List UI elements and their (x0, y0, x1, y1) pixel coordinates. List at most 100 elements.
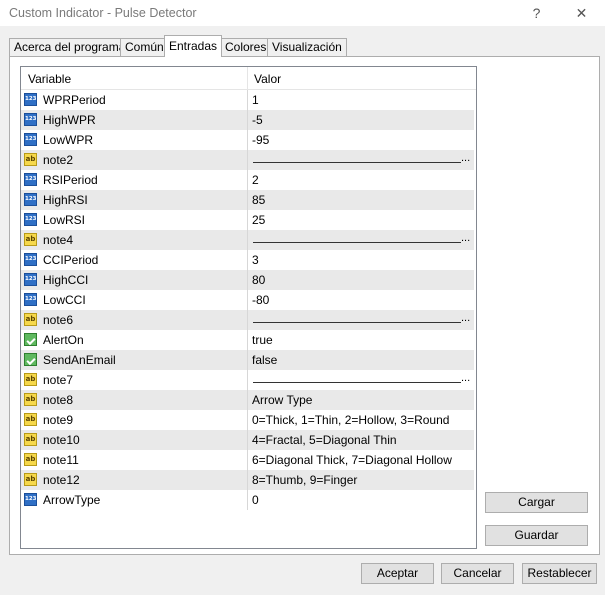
edit-ellipsis[interactable]: ... (461, 232, 470, 244)
grid-row-highwpr[interactable]: 123 HighWPR -5 (21, 110, 474, 130)
variable-name: note10 (43, 433, 80, 447)
load-button[interactable]: Cargar (485, 492, 588, 513)
tab-about[interactable]: Acerca del programa (9, 38, 131, 56)
variable-value[interactable]: 85 (252, 193, 265, 207)
boolean-type-icon (24, 353, 37, 366)
string-type-icon: ab (24, 373, 37, 386)
variable-name: note9 (43, 413, 74, 427)
grid-row-cciperiod[interactable]: 123 CCIPeriod 3 (21, 250, 474, 270)
variable-value[interactable]: 1 (252, 93, 259, 107)
variable-value[interactable]: 6=Diagonal Thick, 7=Diagonal Hollow (252, 453, 452, 467)
column-divider (247, 170, 248, 190)
tab-common[interactable]: Común (120, 38, 169, 56)
number-type-icon: 123 (24, 193, 37, 206)
grid-row-note8[interactable]: ab note8 Arrow Type (21, 390, 474, 410)
variable-name: note4 (43, 233, 74, 247)
variable-value[interactable]: 80 (252, 273, 265, 287)
edit-ellipsis[interactable]: ... (461, 372, 470, 384)
string-type-icon: ab (24, 153, 37, 166)
variable-name: note6 (43, 313, 74, 327)
column-divider (247, 330, 248, 350)
grid-row-note11[interactable]: ab note11 6=Diagonal Thick, 7=Diagonal Hol… (21, 450, 474, 470)
header-variable[interactable]: Variable (28, 72, 71, 86)
grid-row-note4[interactable]: ab note4... (21, 230, 474, 250)
header-value[interactable]: Valor (254, 72, 281, 86)
tab-inputs[interactable]: Entradas (164, 35, 223, 57)
grid-row-highcci[interactable]: 123 HighCCI 80 (21, 270, 474, 290)
edit-ellipsis[interactable]: ... (461, 152, 470, 164)
variable-value[interactable]: -80 (252, 293, 269, 307)
edit-ellipsis[interactable]: ... (461, 312, 470, 324)
grid-row-wprperiod[interactable]: 123 WPRPeriod 1 (21, 90, 474, 110)
column-divider (247, 450, 248, 470)
grid-row-highrsi[interactable]: 123 HighRSI 85 (21, 190, 474, 210)
close-button[interactable]: ✕ (559, 0, 604, 26)
variable-value[interactable]: -95 (252, 133, 269, 147)
string-type-icon: ab (24, 393, 37, 406)
variable-value[interactable]: 4=Fractal, 5=Diagonal Thin (252, 433, 397, 447)
string-type-icon: ab (24, 233, 37, 246)
grid-row-note6[interactable]: ab note6... (21, 310, 474, 330)
variable-name: LowRSI (43, 213, 86, 227)
cancel-button[interactable]: Cancelar (441, 563, 514, 584)
variable-name: AlertOn (43, 333, 84, 347)
variable-value[interactable]: -5 (252, 113, 263, 127)
variable-name: RSIPeriod (43, 173, 98, 187)
variable-name: note8 (43, 393, 74, 407)
variable-value[interactable]: Arrow Type (252, 393, 312, 407)
column-divider (247, 390, 248, 410)
column-divider (247, 130, 248, 150)
grid-row-lowcci[interactable]: 123 LowCCI -80 (21, 290, 474, 310)
grid-row-lowwpr[interactable]: 123 LowWPR -95 (21, 130, 474, 150)
tab-colors[interactable]: Colores (220, 38, 272, 56)
reset-button[interactable]: Restablecer (522, 563, 597, 584)
column-divider (247, 230, 248, 250)
grid-row-sendanemail[interactable]: SendAnEmail false (21, 350, 474, 370)
variable-value[interactable]: false (252, 353, 277, 367)
variable-name: LowCCI (43, 293, 86, 307)
variable-value[interactable]: 2 (252, 173, 259, 187)
column-divider (247, 310, 248, 330)
grid-row-rsiperiod[interactable]: 123 RSIPeriod 2 (21, 170, 474, 190)
title-bar: Custom Indicator - Pulse Detector ? ✕ (0, 0, 605, 26)
string-type-icon: ab (24, 413, 37, 426)
separator-value-line (253, 242, 461, 243)
grid-row-alerton[interactable]: AlertOn true (21, 330, 474, 350)
number-type-icon: 123 (24, 93, 37, 106)
number-type-icon: 123 (24, 293, 37, 306)
help-button[interactable]: ? (514, 0, 559, 26)
variable-value[interactable]: true (252, 333, 273, 347)
grid-row-note7[interactable]: ab note7... (21, 370, 474, 390)
tab-visualization[interactable]: Visualización (267, 38, 347, 56)
variable-value[interactable]: 8=Thumb, 9=Finger (252, 473, 357, 487)
grid-row-note10[interactable]: ab note10 4=Fractal, 5=Diagonal Thin (21, 430, 474, 450)
save-button[interactable]: Guardar (485, 525, 588, 546)
column-divider (247, 270, 248, 290)
number-type-icon: 123 (24, 133, 37, 146)
separator-value-line (253, 322, 461, 323)
inputs-grid[interactable]: Variable Valor 123 WPRPeriod 1 123 HighWPR -5… (20, 66, 477, 549)
column-divider (247, 490, 248, 510)
header-separator[interactable] (247, 67, 248, 89)
column-divider (247, 350, 248, 370)
variable-name: note12 (43, 473, 80, 487)
grid-row-note2[interactable]: ab note2... (21, 150, 474, 170)
variable-name: ArrowType (43, 493, 101, 507)
grid-row-note9[interactable]: ab note9 0=Thick, 1=Thin, 2=Hollow, 3=Roun… (21, 410, 474, 430)
grid-row-arrowtype[interactable]: 123 ArrowType 0 (21, 490, 474, 510)
variable-name: CCIPeriod (43, 253, 99, 267)
variable-value[interactable]: 3 (252, 253, 259, 267)
variable-value[interactable]: 0 (252, 493, 259, 507)
ok-button[interactable]: Aceptar (361, 563, 434, 584)
variable-value[interactable]: 0=Thick, 1=Thin, 2=Hollow, 3=Round (252, 413, 449, 427)
variable-name: WPRPeriod (43, 93, 106, 107)
string-type-icon: ab (24, 453, 37, 466)
grid-row-lowrsi[interactable]: 123 LowRSI 25 (21, 210, 474, 230)
window-title: Custom Indicator - Pulse Detector (9, 6, 197, 20)
variable-name: note7 (43, 373, 74, 387)
column-divider (247, 410, 248, 430)
column-divider (247, 470, 248, 490)
grid-row-note12[interactable]: ab note12 8=Thumb, 9=Finger (21, 470, 474, 490)
number-type-icon: 123 (24, 173, 37, 186)
variable-value[interactable]: 25 (252, 213, 265, 227)
